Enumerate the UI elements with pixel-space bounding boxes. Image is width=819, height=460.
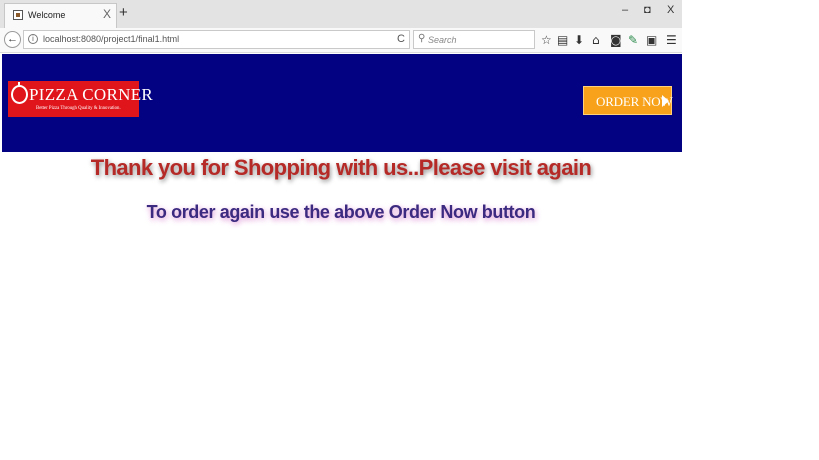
order-again-subheading: To order again use the above Order Now b…: [146, 202, 536, 222]
address-bar[interactable]: i localhost:8080/project1/final1.html C: [23, 30, 410, 49]
tomato-logo-icon: [11, 82, 28, 104]
url-text[interactable]: localhost:8080/project1/final1.html: [43, 34, 179, 44]
new-tab-button[interactable]: +: [119, 4, 128, 21]
download-icon[interactable]: ⬇: [574, 33, 584, 47]
tab-welcome[interactable]: Welcome X: [4, 3, 117, 28]
reload-icon[interactable]: C: [397, 33, 405, 45]
tab-title: Welcome: [28, 10, 66, 20]
back-button[interactable]: ←: [4, 31, 21, 48]
search-icon: ⚲: [418, 33, 426, 44]
search-placeholder: Search: [428, 35, 457, 45]
back-arrow-icon: ←: [7, 33, 18, 45]
home-icon[interactable]: ⌂: [592, 33, 600, 47]
close-window-button[interactable]: X: [667, 4, 674, 16]
tab-close-icon[interactable]: X: [103, 7, 111, 21]
sidebar-icon[interactable]: ▣: [646, 33, 657, 47]
reader-icon[interactable]: ▤: [557, 33, 568, 47]
restore-button[interactable]: ◘: [644, 4, 651, 16]
logo-brand: PIZZA CORNER: [29, 85, 154, 104]
browser-window: Welcome X + – ◘ X ← i localhost:8080/pro…: [0, 0, 682, 152]
minimize-button[interactable]: –: [622, 4, 628, 16]
thank-you-heading: Thank you for Shopping with us..Please v…: [90, 155, 592, 180]
tab-bar: Welcome X + – ◘ X: [0, 0, 682, 28]
arrow-right-icon: [662, 95, 669, 107]
logo-tagline: Better Pizza Through Quality & Innovatio…: [36, 106, 121, 111]
menu-icon[interactable]: ☰: [666, 33, 677, 47]
order-now-button[interactable]: ORDER NOW: [583, 86, 673, 115]
star-icon[interactable]: ☆: [541, 33, 552, 47]
page-favicon-icon: [13, 10, 23, 20]
search-input[interactable]: ⚲ Search: [413, 30, 535, 49]
pocket-icon[interactable]: ◙: [610, 33, 622, 47]
site-header: PIZZA CORNER Better Pizza Through Qualit…: [2, 54, 682, 152]
extension-icon[interactable]: ✎: [628, 33, 638, 47]
info-icon[interactable]: i: [28, 34, 38, 44]
navigation-toolbar: ← i localhost:8080/project1/final1.html …: [0, 28, 682, 53]
pizza-corner-logo[interactable]: PIZZA CORNER Better Pizza Through Qualit…: [8, 81, 153, 117]
